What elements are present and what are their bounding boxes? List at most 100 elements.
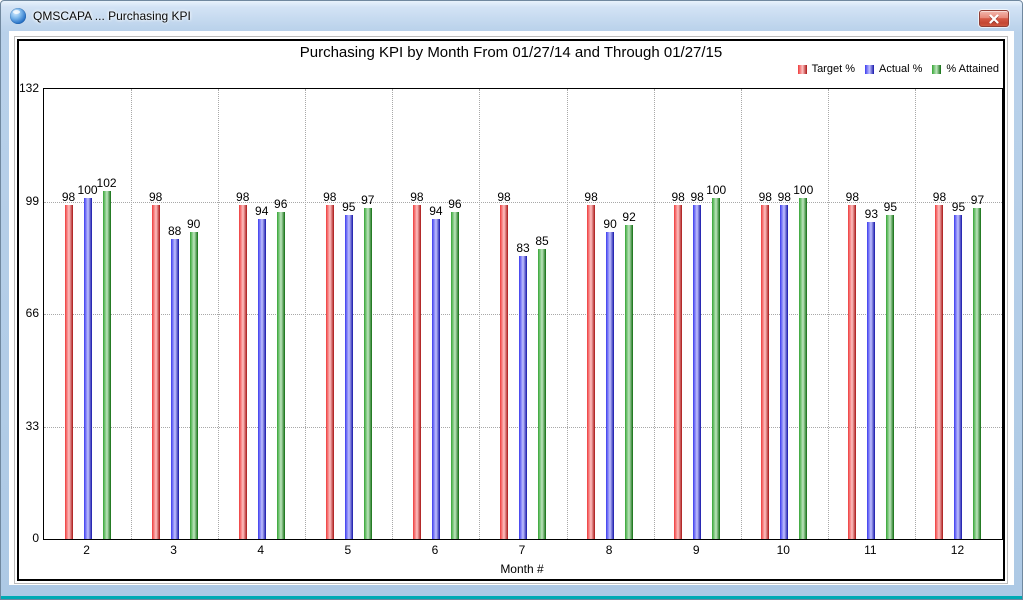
x-tick-label: 10 bbox=[768, 543, 798, 557]
bar-value-label: 85 bbox=[528, 234, 556, 248]
y-tick-label: 66 bbox=[26, 306, 39, 320]
x-axis-title: Month # bbox=[43, 562, 1001, 576]
chart-bar bbox=[152, 205, 160, 539]
v-gridline bbox=[654, 89, 655, 539]
chart-panel: Purchasing KPI by Month From 01/27/14 an… bbox=[17, 39, 1005, 581]
y-tick-label: 33 bbox=[26, 419, 39, 433]
v-gridline bbox=[218, 89, 219, 539]
x-tick-label: 6 bbox=[420, 543, 450, 557]
chart-bar bbox=[258, 219, 266, 539]
chart-bar bbox=[886, 215, 894, 539]
plot-area: 9898989898989898989898100889495948390989… bbox=[43, 88, 1003, 540]
legend-item: Actual % bbox=[865, 63, 922, 75]
bar-value-label: 102 bbox=[93, 176, 121, 190]
legend-item: % Attained bbox=[932, 63, 999, 75]
chart-bar bbox=[65, 205, 73, 539]
v-gridline bbox=[567, 89, 568, 539]
titlebar[interactable]: QMSCAPA ... Purchasing KPI bbox=[1, 1, 1022, 31]
bar-value-label: 92 bbox=[615, 210, 643, 224]
bar-value-label: 97 bbox=[963, 193, 991, 207]
x-tick-label: 8 bbox=[594, 543, 624, 557]
client-area: Purchasing KPI by Month From 01/27/14 an… bbox=[9, 31, 1014, 585]
x-tick-label: 7 bbox=[507, 543, 537, 557]
chart-title: Purchasing KPI by Month From 01/27/14 an… bbox=[19, 44, 1003, 61]
y-tick-label: 132 bbox=[19, 81, 39, 95]
v-gridline bbox=[915, 89, 916, 539]
bar-value-label: 95 bbox=[876, 200, 904, 214]
bar-value-label: 96 bbox=[267, 197, 295, 211]
chart-bar bbox=[326, 205, 334, 539]
chart-bar bbox=[693, 205, 701, 539]
chart-bar bbox=[799, 198, 807, 539]
bar-value-label: 98 bbox=[142, 190, 170, 204]
v-gridline bbox=[305, 89, 306, 539]
bar-value-label: 100 bbox=[702, 183, 730, 197]
legend-item: Target % bbox=[798, 63, 855, 75]
bar-value-label: 98 bbox=[577, 190, 605, 204]
app-window: QMSCAPA ... Purchasing KPI Purchasing KP… bbox=[0, 0, 1023, 600]
x-tick-label: 3 bbox=[159, 543, 189, 557]
chart-bar bbox=[625, 225, 633, 539]
chart-bar bbox=[867, 222, 875, 539]
chart-bar bbox=[848, 205, 856, 539]
v-gridline bbox=[741, 89, 742, 539]
chart-bar bbox=[239, 205, 247, 539]
bar-value-label: 100 bbox=[789, 183, 817, 197]
chart-bar bbox=[674, 205, 682, 539]
chart-bar bbox=[171, 239, 179, 539]
bar-value-label: 98 bbox=[838, 190, 866, 204]
bar-value-label: 98 bbox=[403, 190, 431, 204]
x-tick-label: 12 bbox=[942, 543, 972, 557]
chart-bar bbox=[413, 205, 421, 539]
x-tick-label: 2 bbox=[72, 543, 102, 557]
chart-bar bbox=[277, 212, 285, 539]
app-globe-icon[interactable] bbox=[10, 8, 26, 24]
legend-label: Actual % bbox=[879, 63, 922, 75]
chart-bar bbox=[84, 198, 92, 539]
legend-label: % Attained bbox=[946, 63, 999, 75]
close-button[interactable] bbox=[979, 10, 1009, 27]
y-tick-label: 0 bbox=[32, 531, 39, 545]
x-tick-label: 4 bbox=[246, 543, 276, 557]
bar-value-label: 96 bbox=[441, 197, 469, 211]
close-icon bbox=[989, 14, 999, 23]
bar-value-label: 97 bbox=[354, 193, 382, 207]
legend-swatch bbox=[932, 65, 941, 74]
x-tick-label: 9 bbox=[681, 543, 711, 557]
window-bottom-edge bbox=[1, 596, 1022, 599]
chart-bar bbox=[538, 249, 546, 539]
chart-bar bbox=[780, 205, 788, 539]
v-gridline bbox=[479, 89, 480, 539]
chart-bar bbox=[606, 232, 614, 539]
chart-bar bbox=[190, 232, 198, 539]
chart-bar bbox=[500, 205, 508, 539]
x-tick-label: 11 bbox=[855, 543, 885, 557]
chart-bar bbox=[345, 215, 353, 539]
x-tick-label: 5 bbox=[333, 543, 363, 557]
chart-bar bbox=[364, 208, 372, 539]
legend-swatch bbox=[798, 65, 807, 74]
chart-bar bbox=[935, 205, 943, 539]
window-title: QMSCAPA ... Purchasing KPI bbox=[33, 9, 191, 23]
chart-bar bbox=[432, 219, 440, 539]
y-axis-labels: 0336699132 bbox=[19, 88, 41, 538]
chart-bar bbox=[451, 212, 459, 539]
chart-legend: Target % Actual % % Attained bbox=[788, 63, 999, 75]
legend-swatch bbox=[865, 65, 874, 74]
chart-bar bbox=[519, 256, 527, 539]
v-gridline bbox=[131, 89, 132, 539]
bar-value-label: 90 bbox=[180, 217, 208, 231]
bar-value-label: 98 bbox=[229, 190, 257, 204]
chart-bar bbox=[712, 198, 720, 539]
v-gridline bbox=[828, 89, 829, 539]
x-axis-labels: 2 3 4 5 6 7 8 9 10 11 12 bbox=[43, 543, 1001, 559]
chart-bar bbox=[954, 215, 962, 539]
v-gridline bbox=[392, 89, 393, 539]
legend-label: Target % bbox=[812, 63, 855, 75]
y-tick-label: 99 bbox=[26, 194, 39, 208]
chart-bar bbox=[103, 191, 111, 539]
chart-bar bbox=[587, 205, 595, 539]
chart-bar bbox=[973, 208, 981, 539]
chart-bar bbox=[761, 205, 769, 539]
bar-value-label: 98 bbox=[490, 190, 518, 204]
